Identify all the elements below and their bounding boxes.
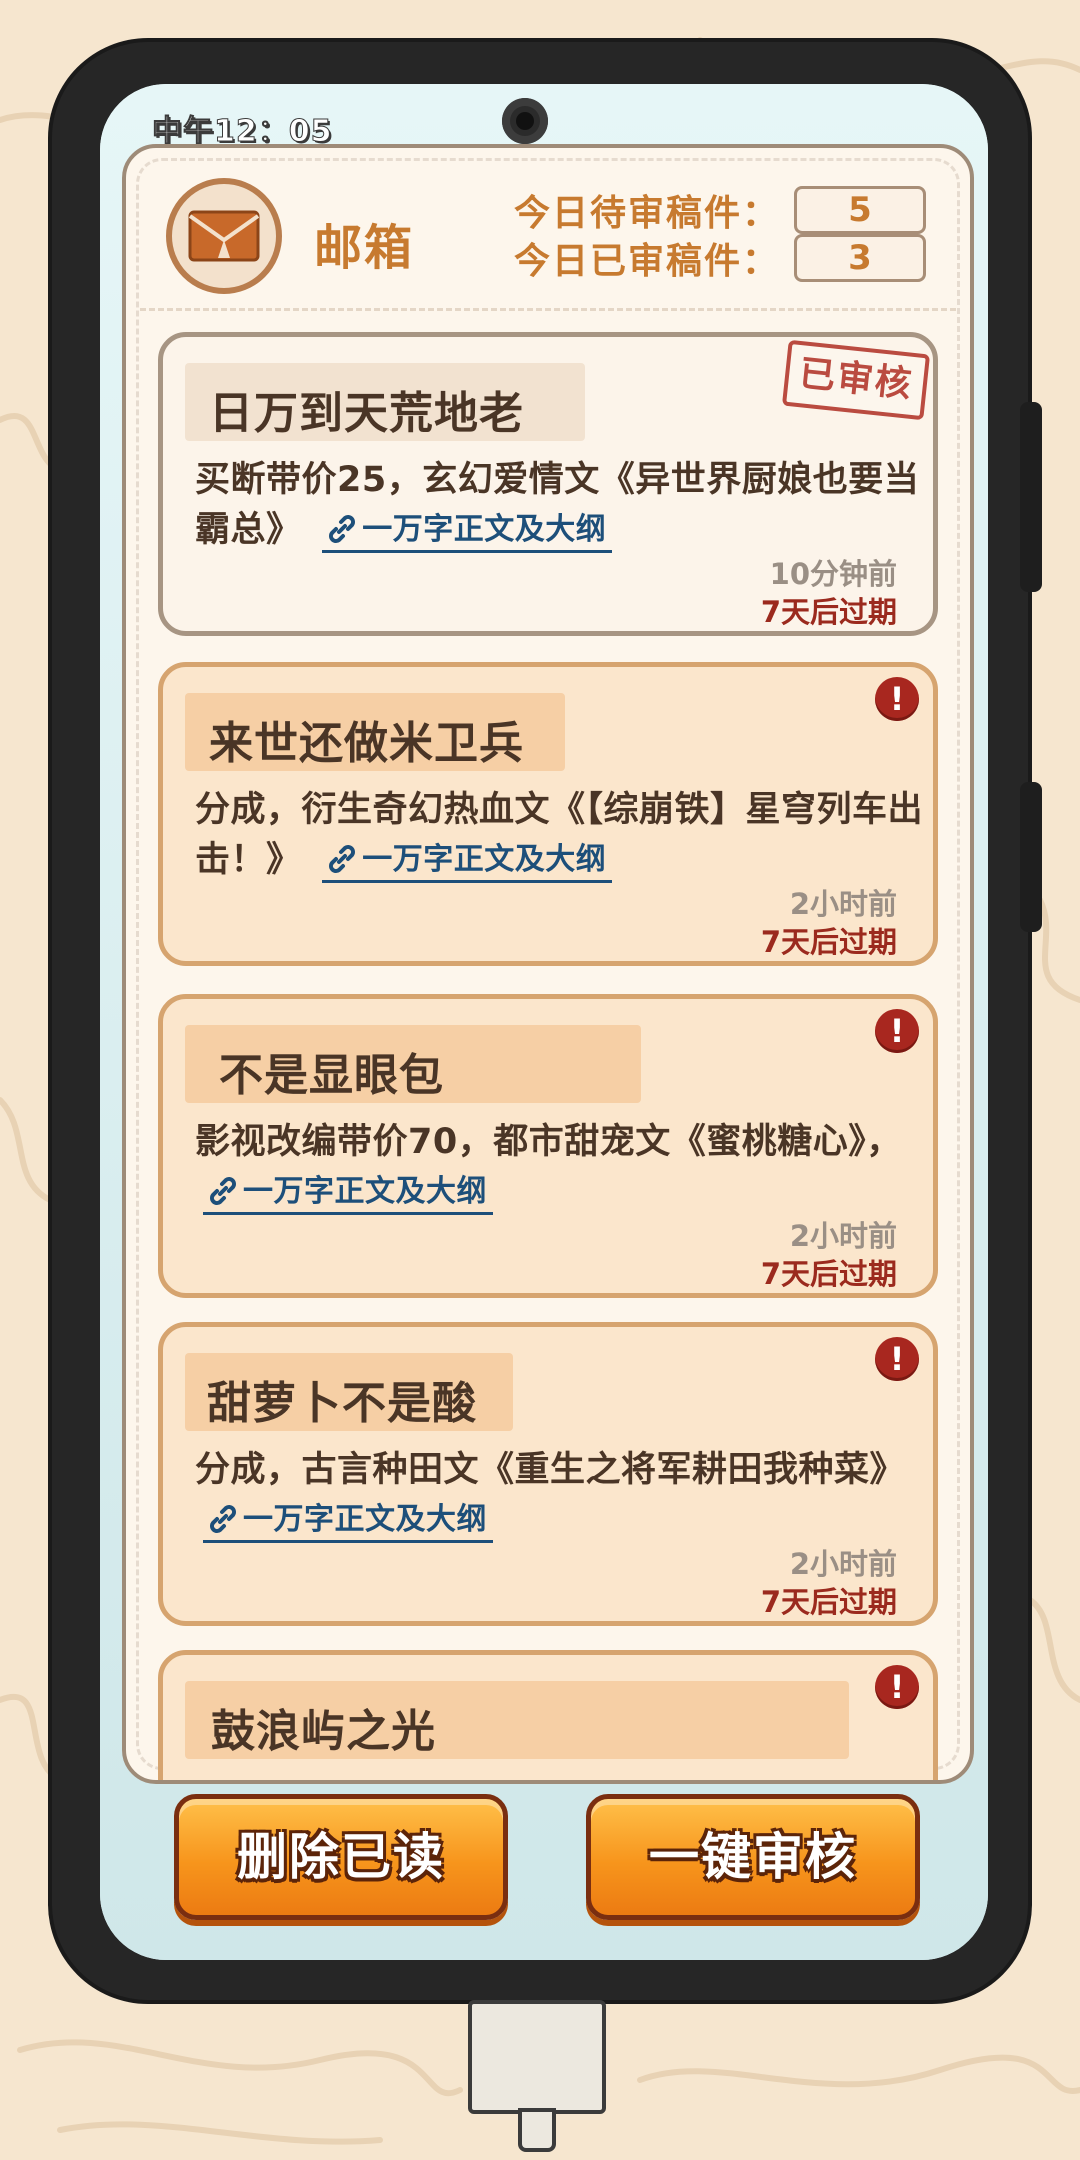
- mail-time: 2小时前: [789, 887, 897, 921]
- attachment-link[interactable]: 一万字正文及大纲: [322, 840, 613, 883]
- delete-read-button[interactable]: 删除已读: [174, 1794, 508, 1920]
- volume-button: [1020, 402, 1042, 592]
- mail-expire: 7天后过期: [760, 1257, 897, 1291]
- link-label: 一万字正文及大纲: [243, 1501, 487, 1537]
- mail-card[interactable]: 鼓浪屿之光 !: [158, 1650, 938, 1780]
- mail-time: 2小时前: [789, 1547, 897, 1581]
- pending-stat: 今日待审稿件： 5: [514, 186, 926, 234]
- mail-expire: 7天后过期: [760, 595, 897, 629]
- pending-count: 5: [794, 186, 926, 234]
- link-label: 一万字正文及大纲: [362, 841, 607, 877]
- mail-desc-text: 影视改编带价70，都市甜宠文《蜜桃糖心》，: [195, 1122, 902, 1162]
- exclamation-icon: !: [875, 1009, 919, 1053]
- review-all-button[interactable]: 一键审核: [586, 1794, 920, 1920]
- exclamation-icon: !: [875, 1337, 919, 1381]
- attachment-link[interactable]: 一万字正文及大纲: [322, 510, 613, 553]
- reviewed-label: 今日已审稿件：: [513, 241, 780, 282]
- charger-plug: [468, 2000, 606, 2114]
- mail-description: 分成，古言种田文《重生之将军耕田我种菜》 一万字正文及大纲: [195, 1445, 925, 1545]
- mail-time: 10分钟前: [769, 557, 897, 591]
- mail-title: 来世还做米卫兵: [209, 718, 524, 769]
- mail-title: 鼓浪屿之光: [211, 1706, 436, 1757]
- reviewed-stat: 今日已审稿件： 3: [514, 234, 926, 282]
- mail-desc-text: 分成，古言种田文《重生之将军耕田我种菜》: [195, 1450, 906, 1490]
- pending-label: 今日待审稿件：: [513, 193, 780, 234]
- reviewed-stamp: 已审核: [781, 339, 931, 421]
- attachment-link[interactable]: 一万字正文及大纲: [203, 1500, 493, 1543]
- header-divider: [140, 308, 956, 311]
- power-button: [1020, 782, 1042, 932]
- link-label: 一万字正文及大纲: [243, 1173, 487, 1209]
- link-icon: [210, 1176, 236, 1205]
- mail-expire: 7天后过期: [760, 1585, 897, 1619]
- mail-card[interactable]: 甜萝卜不是酸 ! 分成，古言种田文《重生之将军耕田我种菜》 一万字正文及大纲 2…: [158, 1322, 938, 1626]
- attachment-link[interactable]: 一万字正文及大纲: [203, 1172, 493, 1215]
- link-label: 一万字正文及大纲: [362, 511, 607, 547]
- mailbox-panel: 邮箱 今日待审稿件： 5 今日已审稿件： 3 日万到天荒地老 已审核 买断带价2…: [122, 144, 974, 1784]
- link-icon: [329, 844, 356, 873]
- exclamation-icon: !: [875, 677, 919, 721]
- link-icon: [210, 1504, 236, 1533]
- mailbox-header: 邮箱 今日待审稿件： 5 今日已审稿件： 3: [126, 148, 970, 308]
- mail-card[interactable]: 不是显眼包 ! 影视改编带价70，都市甜宠文《蜜桃糖心》， 一万字正文及大纲 2…: [158, 994, 938, 1298]
- mail-time: 2小时前: [789, 1219, 897, 1253]
- link-icon: [329, 514, 356, 543]
- exclamation-icon: !: [875, 1665, 919, 1709]
- charger-tip: [518, 2108, 556, 2152]
- envelope-icon: [166, 178, 282, 294]
- mail-card[interactable]: 日万到天荒地老 已审核 买断带价25，玄幻爱情文《异世界厨娘也要当霸总》 一万字…: [158, 332, 938, 636]
- mail-description: 分成，衍生奇幻热血文《【综崩铁】星穹列车出击！》 一万字正文及大纲: [195, 785, 925, 885]
- front-camera: [502, 98, 548, 144]
- mail-title: 日万到天荒地老: [209, 388, 524, 439]
- mailbox-title: 邮箱: [314, 220, 415, 276]
- mail-card[interactable]: 来世还做米卫兵 ! 分成，衍生奇幻热血文《【综崩铁】星穹列车出击！》 一万字正文…: [158, 662, 938, 966]
- mail-description: 影视改编带价70，都市甜宠文《蜜桃糖心》， 一万字正文及大纲: [195, 1117, 925, 1217]
- mail-title: 甜萝卜不是酸: [207, 1378, 477, 1429]
- mail-title: 不是显眼包: [219, 1050, 444, 1101]
- mail-expire: 7天后过期: [760, 925, 897, 959]
- mail-description: 买断带价25，玄幻爱情文《异世界厨娘也要当霸总》 一万字正文及大纲: [195, 455, 925, 555]
- phone-screen: 中午12：05 邮箱 今日待审稿件： 5 今日已审稿件： 3 日万到天荒地老 已…: [100, 84, 988, 1960]
- reviewed-count: 3: [794, 234, 926, 282]
